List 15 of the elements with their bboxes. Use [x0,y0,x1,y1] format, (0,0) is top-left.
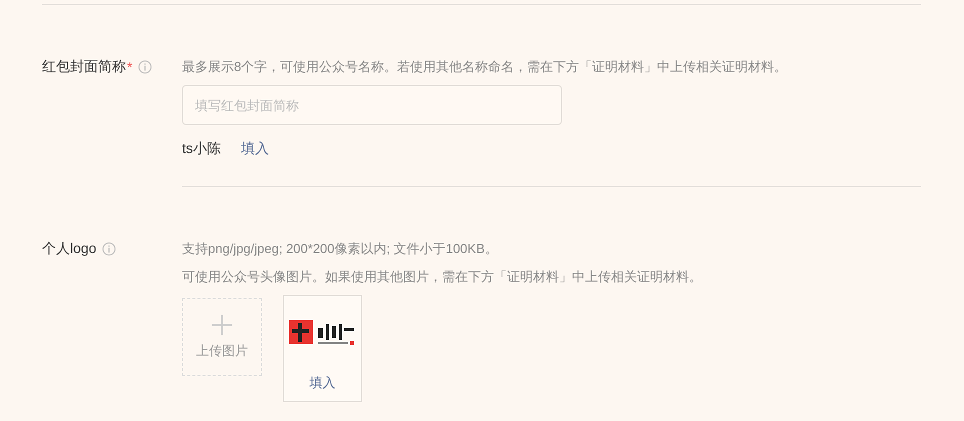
info-icon[interactable] [138,60,152,74]
info-icon[interactable] [102,242,116,256]
hint-text: 最多展示8个字，可使用公众号名称。若使用其他名称命名，需在下方「证明材料」中上传相关证明材料。 [182,58,788,76]
hint-text: 可使用公众号头像图片。如果使用其他图片，需在下方「证明材料」中上传相关证明材料。 [182,268,703,286]
input-field[interactable]: 填写红包封面简称 [182,85,562,125]
required-mark: * [127,59,132,75]
suggestion-text: ts小陈 [182,139,221,158]
plus-icon [211,314,233,336]
field-label: 红包封面简称 [42,58,126,76]
fill-in-link[interactable]: 填入 [240,138,269,158]
upload-label: 上传图片 [196,342,248,360]
upload-button[interactable]: 上传图片 [182,298,262,376]
hint-text: 支持png/jpg/jpeg; 200*200像素以内; 文件小于100KB。 [182,240,499,258]
field-label: 个人logo [42,240,96,258]
fill-in-link[interactable]: 填入 [310,374,336,392]
